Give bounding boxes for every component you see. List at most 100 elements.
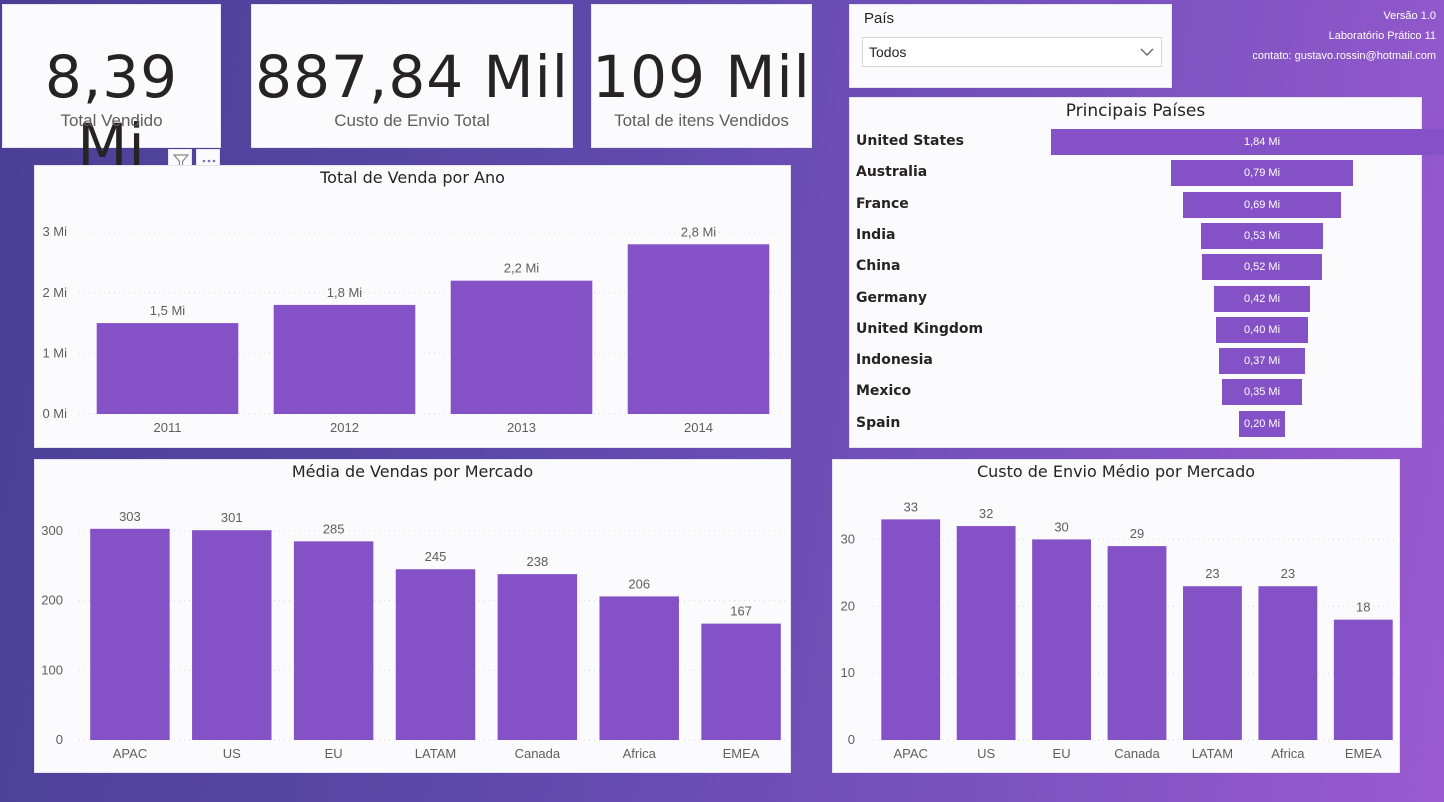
funnel-value-label: 0,35 Mi [1243,386,1281,399]
x-tick-label: US [977,746,995,761]
funnel-country-label: India [856,226,896,243]
bar[interactable] [273,304,416,414]
bar[interactable] [1258,586,1318,740]
y-tick-label: 0 [56,732,63,747]
funnel-value-label: 0,69 Mi [1243,198,1281,211]
slicer-title: País [864,10,895,27]
bar[interactable] [497,574,578,740]
x-tick-label: EMEA [723,746,760,761]
bar[interactable] [192,530,272,740]
kpi-label: Custo de Envio Total [334,111,490,130]
data-label: 167 [730,604,752,619]
funnel-bar[interactable]: 0,37 Mi [1219,348,1305,375]
funnel-bar[interactable]: 0,40 Mi [1216,316,1308,343]
bar[interactable] [90,528,170,740]
x-tick-label: 2012 [330,420,359,435]
funnel-value-label: 0,42 Mi [1243,292,1281,305]
funnel-principais-paises[interactable]: Principais Países United States 1,84 Mi Au… [849,97,1444,448]
y-tick-label: 0 Mi [42,406,67,421]
country-slicer[interactable]: País Todos [849,4,1172,88]
bar[interactable] [1183,586,1242,740]
bar[interactable] [1032,539,1091,740]
funnel-country-label: Indonesia [856,352,933,369]
bar[interactable] [96,323,239,414]
funnel-bar[interactable]: 0,35 Mi [1221,379,1303,406]
bar[interactable] [881,519,941,740]
funnel-country-label: United States [856,133,964,149]
bar[interactable] [450,280,593,414]
data-label: 32 [979,506,993,521]
bar-chart-svg: 0 Mi 1 Mi 2 Mi 3 Mi 1,5 Mi 2011 1,8 Mi 2012 2,2 … [42,224,783,435]
kpi-label: Total Vendido [60,111,163,130]
dropdown-value: Todos [869,44,907,60]
bar-chart-svg: 0 10 20 30 33 APAC 32 US 30 EU 29 Canada 23 LATAM 23 Af… [841,499,1397,761]
data-label: 33 [903,499,917,514]
chart-title: Média de Vendas por Mercado [291,462,534,481]
funnel-country-label: Spain [856,414,901,431]
funnel-bar[interactable]: 0,79 Mi [1171,160,1353,187]
funnel-value-label: 0,53 Mi [1243,229,1281,242]
funnel-bar[interactable]: 0,53 Mi [1201,222,1323,249]
bar[interactable] [599,596,679,740]
x-tick-label: LATAM [415,746,456,761]
chart-custo-envio-medio-mercado[interactable]: Custo de Envio Médio por Mercado 0 10 20 30… [832,459,1400,773]
data-label: 1,5 Mi [150,303,186,318]
funnel-bar[interactable]: 1,84 Mi [1050,129,1444,155]
data-label: 18 [1356,600,1370,615]
kpi-card-total-vendido[interactable]: 8,39 Mi Total Vendido [2,4,221,179]
x-tick-label: Africa [1271,746,1305,761]
bar[interactable] [701,623,781,740]
x-tick-label: 2014 [684,420,713,435]
data-label: 29 [1130,526,1144,541]
kpi-value: 887,84 Mil [255,43,569,111]
funnel-bar[interactable]: 0,20 Mi [1239,410,1285,437]
funnel-country-label: Mexico [856,383,912,400]
bar[interactable] [1107,546,1167,740]
data-label: 285 [323,521,345,536]
bar[interactable] [293,541,374,740]
funnel-value-label: 0,79 Mi [1243,167,1281,180]
funnel-bar[interactable]: 0,52 Mi [1202,254,1322,281]
x-tick-label: APAC [113,746,147,761]
data-label: 238 [527,554,549,569]
y-tick-label: 10 [841,665,855,680]
data-label: 303 [119,509,141,524]
y-tick-label: 0 [848,732,855,747]
y-tick-label: 30 [841,531,855,546]
country-dropdown[interactable]: Todos [862,37,1162,67]
bar[interactable] [1333,619,1393,740]
contact-text: contato: gustavo.rossin@hotmail.com [1252,50,1436,62]
funnel-bar[interactable]: 0,69 Mi [1182,191,1342,218]
y-tick-label: 100 [41,662,63,677]
funnel-value-label: 0,40 Mi [1243,323,1281,336]
funnel-country-label: Australia [856,164,928,181]
bar[interactable] [395,569,476,740]
data-label: 23 [1205,566,1219,581]
x-tick-label: US [223,746,241,761]
funnel-bar[interactable]: 0,42 Mi [1213,285,1311,312]
funnel-country-label: France [856,195,909,212]
y-tick-label: 1 Mi [42,345,67,360]
chart-title: Custo de Envio Médio por Mercado [976,462,1256,481]
x-tick-label: Africa [623,746,657,761]
data-label: 30 [1054,519,1068,534]
x-tick-label: EMEA [1345,746,1382,761]
bar[interactable] [956,526,1016,740]
data-label: 2,2 Mi [504,261,540,276]
kpi-value: 109 Mil [592,43,811,111]
bar-chart-svg: 0 100 200 300 303 APAC 301 US 285 EU 245 LATAM 238 Ca… [41,509,788,761]
x-tick-label: EU [325,746,343,761]
funnel-country-label: China [856,258,901,275]
funnel-title: Principais Países [1065,101,1206,121]
kpi-card-custo-envio[interactable]: 887,84 Mil Custo de Envio Total [251,4,573,148]
chart-total-venda-ano[interactable]: Total de Venda por Ano 0 Mi 1 Mi 2 Mi 3 Mi 1… [34,165,791,448]
version-text: Versão 1.0 [1383,10,1436,22]
funnel-country-label: United Kingdom [856,320,984,337]
kpi-card-itens-vendidos[interactable]: 109 Mil Total de itens Vendidos [591,4,812,148]
x-tick-label: APAC [893,746,927,761]
bar[interactable] [627,244,770,414]
chart-media-vendas-mercado[interactable]: Média de Vendas por Mercado 0 100 200 300 30… [34,459,791,773]
y-tick-label: 300 [41,523,63,538]
funnel-value-label: 0,20 Mi [1243,417,1281,430]
y-tick-label: 200 [41,593,63,608]
